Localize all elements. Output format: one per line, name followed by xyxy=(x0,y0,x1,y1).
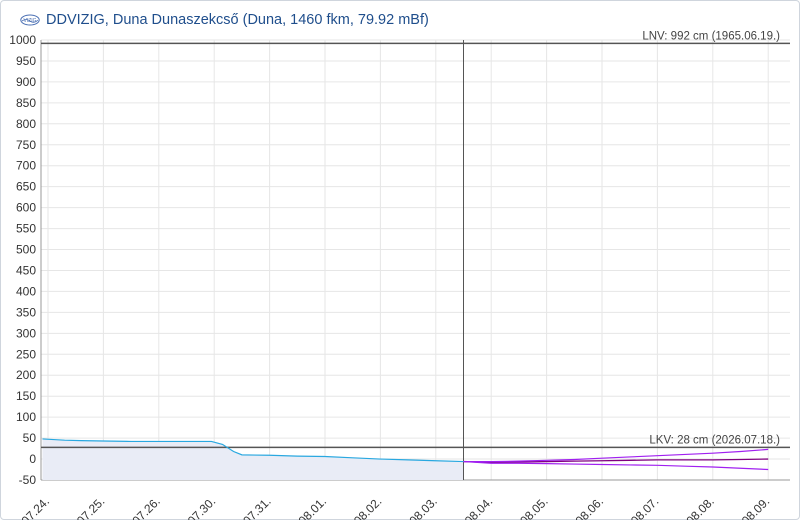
y-tick-label: -50 xyxy=(19,473,37,487)
x-tick-label: 08.08. xyxy=(683,494,716,520)
y-tick-label: 50 xyxy=(23,431,37,445)
y-tick-label: 100 xyxy=(16,410,36,424)
x-axis-ticks: 07.24. 07.25. 07.26. 07.30. 07.31. 08.01. 08.0… xyxy=(19,494,773,520)
y-tick-label: 1000 xyxy=(9,33,36,47)
y-tick-label: 850 xyxy=(16,96,36,110)
reference-lines: LNV: 992 cm (1965.06.19.) LKV: 28 cm (202… xyxy=(41,30,790,480)
y-tick-label: 600 xyxy=(16,201,36,215)
x-tick-label: 08.05. xyxy=(517,494,550,520)
x-tick-label: 07.25. xyxy=(74,494,107,520)
x-tick-label: 08.01. xyxy=(296,494,329,520)
x-tick-label: 08.09. xyxy=(739,494,772,520)
x-tick-label: 08.02. xyxy=(351,494,384,520)
x-tick-label: 08.03. xyxy=(406,494,439,520)
y-tick-label: 900 xyxy=(16,75,36,89)
y-tick-label: 650 xyxy=(16,180,36,194)
y-tick-label: 350 xyxy=(16,305,36,319)
grid-lines xyxy=(40,39,790,481)
y-tick-label: 800 xyxy=(16,117,36,131)
x-tick-label: 08.07. xyxy=(628,494,661,520)
y-tick-label: 250 xyxy=(16,347,36,361)
y-tick-label: 150 xyxy=(16,389,36,403)
y-tick-label: 200 xyxy=(16,368,36,382)
y-axis-ticks: 1000950900850800750700650600550500450400… xyxy=(9,33,36,487)
y-tick-label: 400 xyxy=(16,284,36,298)
y-tick-label: 950 xyxy=(16,54,36,68)
y-tick-label: 450 xyxy=(16,263,36,277)
y-tick-label: 0 xyxy=(29,452,36,466)
x-tick-label: 07.30. xyxy=(185,494,218,520)
x-tick-label: 08.04. xyxy=(462,494,495,520)
y-tick-label: 500 xyxy=(16,243,36,257)
ref-label-lnv: LNV: 992 cm (1965.06.19.) xyxy=(642,30,780,42)
x-tick-label: 07.24. xyxy=(19,494,52,520)
x-tick-label: 08.06. xyxy=(573,494,606,520)
hydrograph-chart: LNV: 992 cm (1965.06.19.) LKV: 28 cm (202… xyxy=(9,30,790,520)
ref-label-lkv: LKV: 28 cm (2026.07.18.) xyxy=(649,434,780,446)
y-tick-label: 550 xyxy=(16,222,36,236)
y-tick-label: 700 xyxy=(16,159,36,173)
y-tick-label: 300 xyxy=(16,326,36,340)
x-tick-label: 07.26. xyxy=(129,494,162,520)
x-tick-label: 07.31. xyxy=(240,494,273,520)
series-line-forecast-lower xyxy=(463,460,769,471)
y-tick-label: 750 xyxy=(16,138,36,152)
